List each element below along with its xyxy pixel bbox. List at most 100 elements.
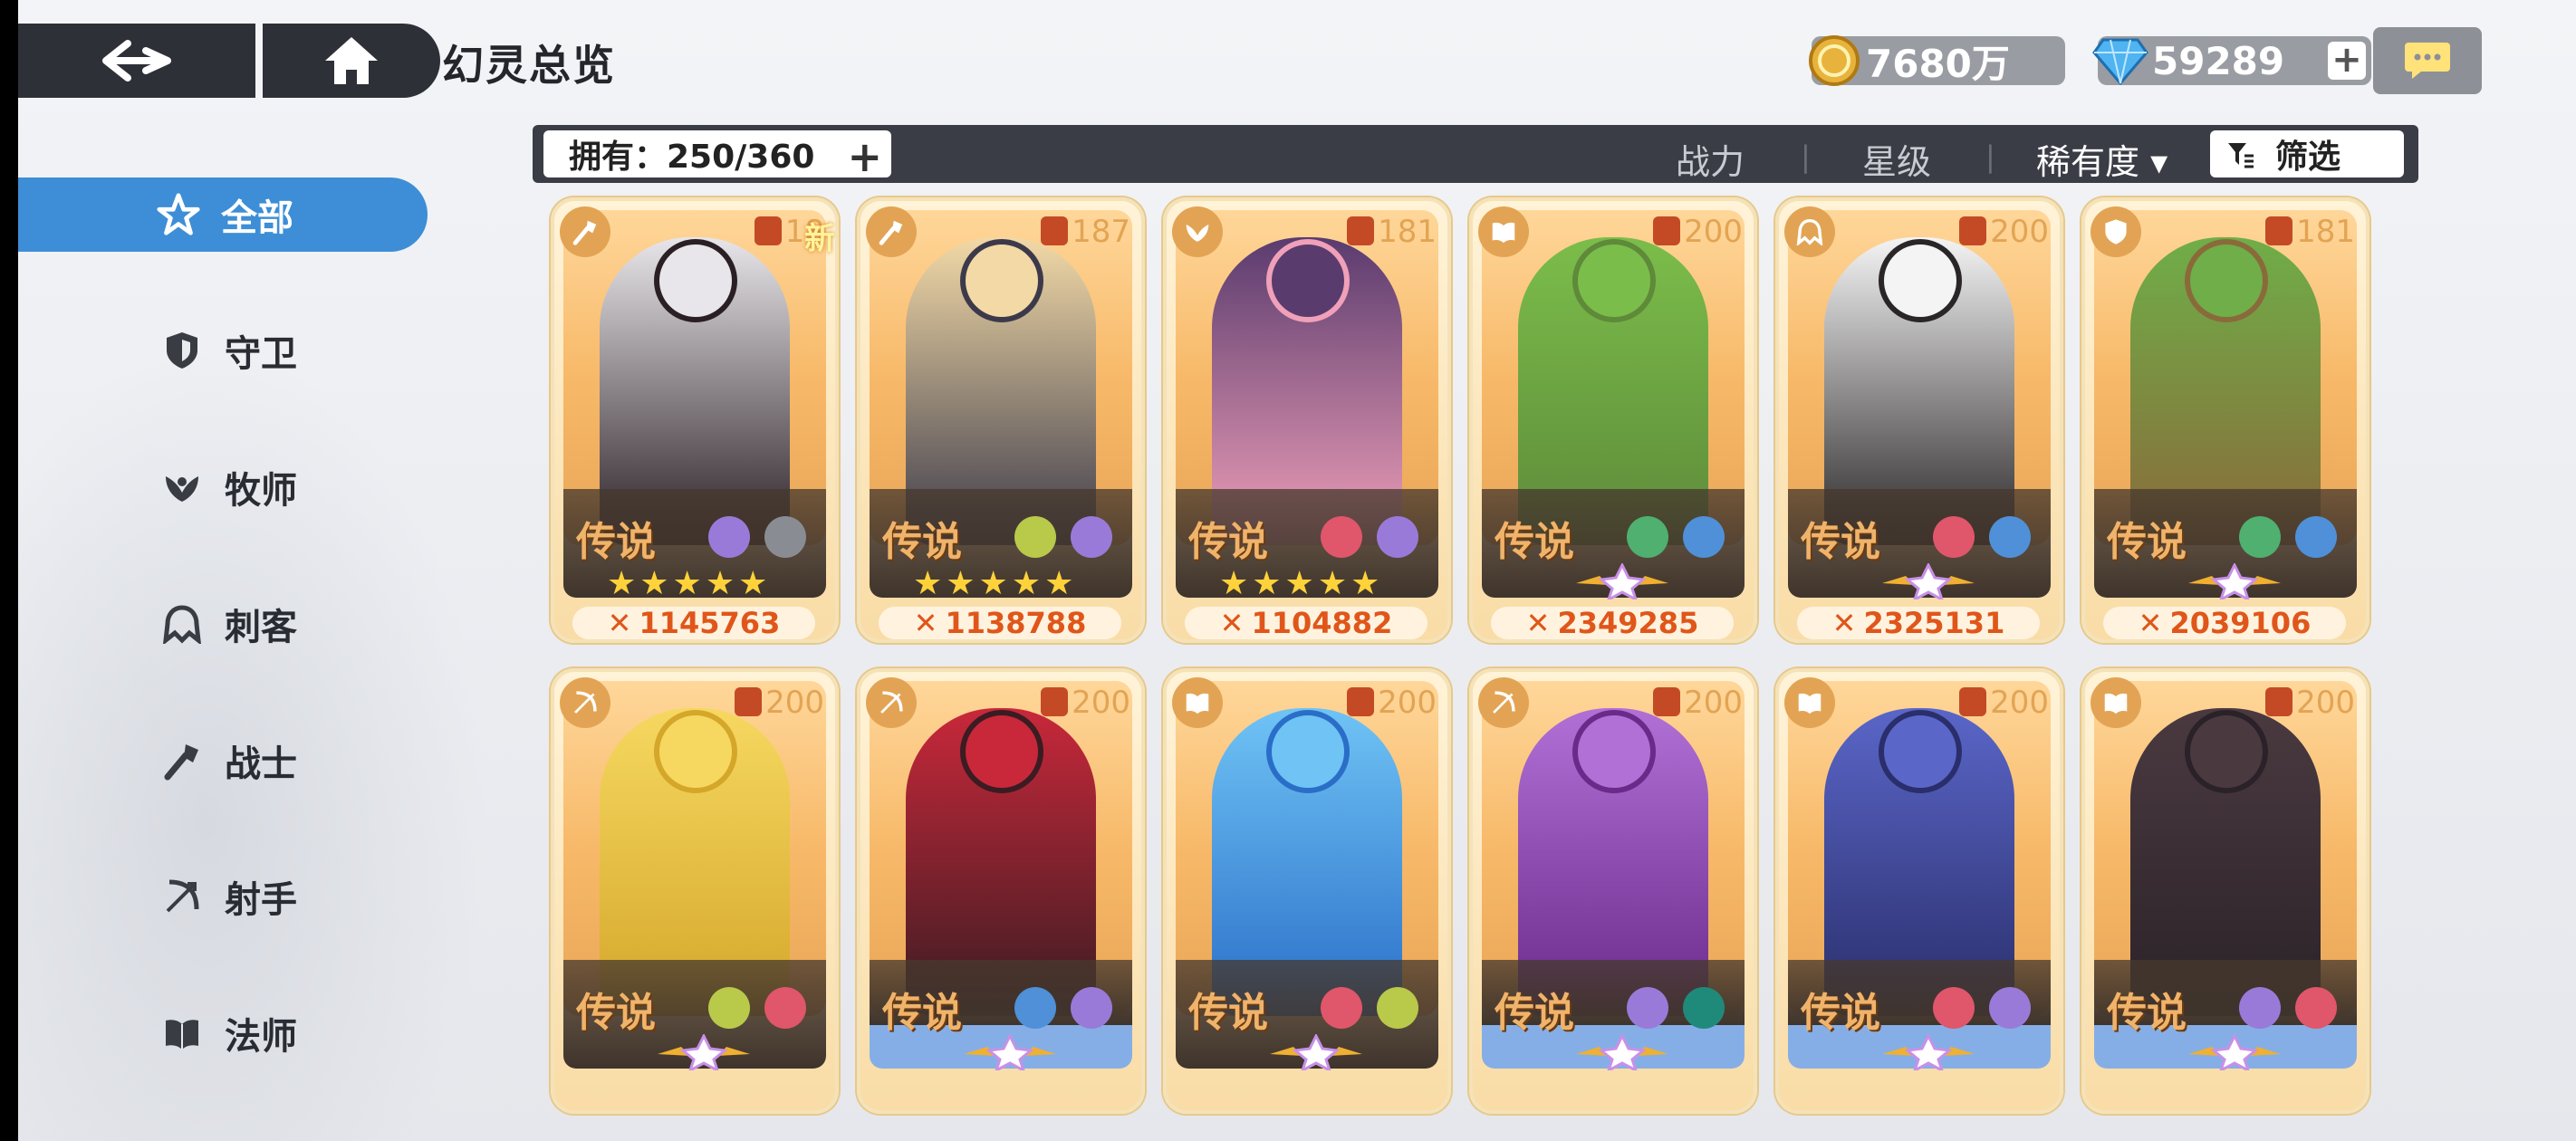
sidebar-item-mage[interactable]: 法师 xyxy=(18,996,428,1070)
chat-bubble-icon xyxy=(2405,43,2450,79)
spirit-card[interactable]: 200 传说 xyxy=(551,668,839,1114)
combat-power: ✕ 1138788 xyxy=(879,606,1121,640)
home-icon xyxy=(325,37,378,84)
card-info-panel: 传说 xyxy=(563,960,826,1070)
page-title: 幻灵总览 xyxy=(442,41,616,90)
power-value: 1138788 xyxy=(945,606,1087,640)
spirit-card[interactable]: 200 传说 ✕ 2325131 xyxy=(1775,197,2063,643)
level-value: 200 xyxy=(1072,685,1130,721)
healer-icon xyxy=(159,465,205,510)
power-value: 2349285 xyxy=(1557,606,1699,640)
rarity-label: 传说 xyxy=(882,990,962,1036)
level-indicator: 181 xyxy=(1347,214,1437,250)
book-icon xyxy=(2091,677,2141,728)
combat-power: ✕ 2325131 xyxy=(1797,606,2040,639)
filter-button[interactable]: 筛选 xyxy=(2210,130,2404,177)
spirit-card[interactable]: 18 新 传说 ★★★★★ ✕ 1145763 xyxy=(551,197,839,643)
spirit-card[interactable]: 200 传说 xyxy=(1163,668,1451,1114)
sidebar-item-label: 全部 xyxy=(221,197,293,239)
book-icon xyxy=(159,1011,205,1056)
bow-icon xyxy=(159,874,205,919)
owned-count-box[interactable]: 拥有：250/360 + xyxy=(543,130,891,181)
swirl-icon xyxy=(1933,516,1975,558)
card-info-panel: 传说 xyxy=(1788,960,2051,1070)
card-info-panel: 传说 xyxy=(1482,489,1745,599)
level-indicator: 200 xyxy=(1959,214,2049,250)
warrior-icon xyxy=(866,206,917,257)
combat-power: ✕ 1145763 xyxy=(572,606,815,640)
warrior-icon xyxy=(560,206,610,257)
sidebar-item-archer[interactable]: 射手 xyxy=(18,859,428,934)
ice-crystal-icon xyxy=(1014,987,1056,1029)
spirit-card[interactable]: 181 传说 ★★★★★ ✕ 1104882 xyxy=(1163,197,1451,643)
power-value: 2039106 xyxy=(2169,606,2312,640)
purple-gem-icon xyxy=(1627,987,1668,1029)
swirl-icon xyxy=(1321,516,1362,558)
sidebar-item-all[interactable]: 全部 xyxy=(18,177,428,252)
card-info-panel: 传说 ★★★★★ xyxy=(1176,489,1438,602)
power-value: 1104882 xyxy=(1251,606,1393,640)
card-info-panel: 传说 xyxy=(2094,960,2357,1070)
book-icon xyxy=(1172,677,1223,728)
sort-divider: | xyxy=(1801,139,1811,174)
sidebar-item-guard[interactable]: 守卫 xyxy=(18,313,428,388)
level-value: 200 xyxy=(765,685,824,721)
green-lotus-icon xyxy=(2239,516,2281,558)
spirit-card[interactable]: 200 传说 xyxy=(857,668,1145,1114)
power-value: 1145763 xyxy=(639,606,781,640)
assassin-icon xyxy=(1784,206,1835,257)
star-rating: ★★★★★ xyxy=(607,565,772,602)
gold-coin-icon xyxy=(1806,33,1862,89)
crossed-swords-icon: ✕ xyxy=(1525,606,1551,640)
sidebar-item-healer[interactable]: 牧师 xyxy=(18,450,428,524)
gem-amount: 59289 xyxy=(2152,38,2285,83)
sort-rarity[interactable]: 稀有度 ▾ xyxy=(2036,134,2167,184)
sort-star[interactable]: 星级 xyxy=(1862,134,1931,184)
level-indicator: 200 xyxy=(1347,685,1437,721)
sidebar-item-label: 牧师 xyxy=(225,470,297,512)
swirl-icon xyxy=(764,987,806,1029)
swirl-icon xyxy=(1933,987,1975,1029)
awaken-star-badge-icon xyxy=(2188,1034,2281,1070)
home-button[interactable] xyxy=(263,24,440,98)
filter-label: 筛选 xyxy=(2275,139,2341,176)
sort-power[interactable]: 战力 xyxy=(1676,134,1745,184)
chat-button[interactable] xyxy=(2373,27,2482,94)
diamond-icon xyxy=(2092,33,2148,89)
gold-currency[interactable]: 7680万 xyxy=(1809,35,2065,86)
spirit-card[interactable]: 181 传说 ✕ 2039106 xyxy=(2081,197,2369,643)
level-value: 181 xyxy=(2296,214,2355,250)
awaken-star-badge-icon xyxy=(1576,1034,1668,1070)
rarity-label: 传说 xyxy=(576,519,656,565)
expand-capacity-button[interactable]: + xyxy=(847,132,882,181)
card-info-panel: 传说 xyxy=(1482,960,1745,1070)
rarity-label: 传说 xyxy=(1495,990,1574,1036)
back-button[interactable] xyxy=(18,24,255,98)
level-indicator: 200 xyxy=(1959,685,2049,721)
spirit-card[interactable]: 200 传说 xyxy=(2081,668,2369,1114)
purple-gem-icon xyxy=(2239,987,2281,1029)
filter-icon xyxy=(2226,139,2255,168)
spirit-card[interactable]: 187 传说 ★★★★★ ✕ 1138788 xyxy=(857,197,1145,643)
level-indicator: 200 xyxy=(2265,685,2355,721)
awaken-star-badge-icon xyxy=(1882,1034,1975,1070)
awaken-star-badge-icon xyxy=(658,1034,750,1070)
sidebar-item-assassin[interactable]: 刺客 xyxy=(18,587,428,661)
spirit-card[interactable]: 200 传说 xyxy=(1775,668,2063,1114)
level-value: 200 xyxy=(1990,685,2049,721)
crossed-swords-icon: ✕ xyxy=(607,606,632,640)
rarity-label: 传说 xyxy=(1188,519,1268,565)
level-value: 181 xyxy=(1378,214,1437,250)
spirit-card[interactable]: 200 传说 ✕ 2349285 xyxy=(1469,197,1757,643)
add-gems-button[interactable]: + xyxy=(2328,42,2366,80)
shield-icon xyxy=(2091,206,2141,257)
leaf-icon xyxy=(708,987,750,1029)
rarity-label: 传说 xyxy=(1801,990,1880,1036)
sidebar-item-warrior[interactable]: 战士 xyxy=(18,724,428,798)
bow-icon xyxy=(1478,677,1529,728)
spirit-card[interactable]: 200 传说 xyxy=(1469,668,1757,1114)
purple-gem-icon xyxy=(708,516,750,558)
swirl-icon xyxy=(1321,987,1362,1029)
gem-currency[interactable]: 59289 + xyxy=(2092,36,2371,85)
shield-icon xyxy=(159,328,205,373)
